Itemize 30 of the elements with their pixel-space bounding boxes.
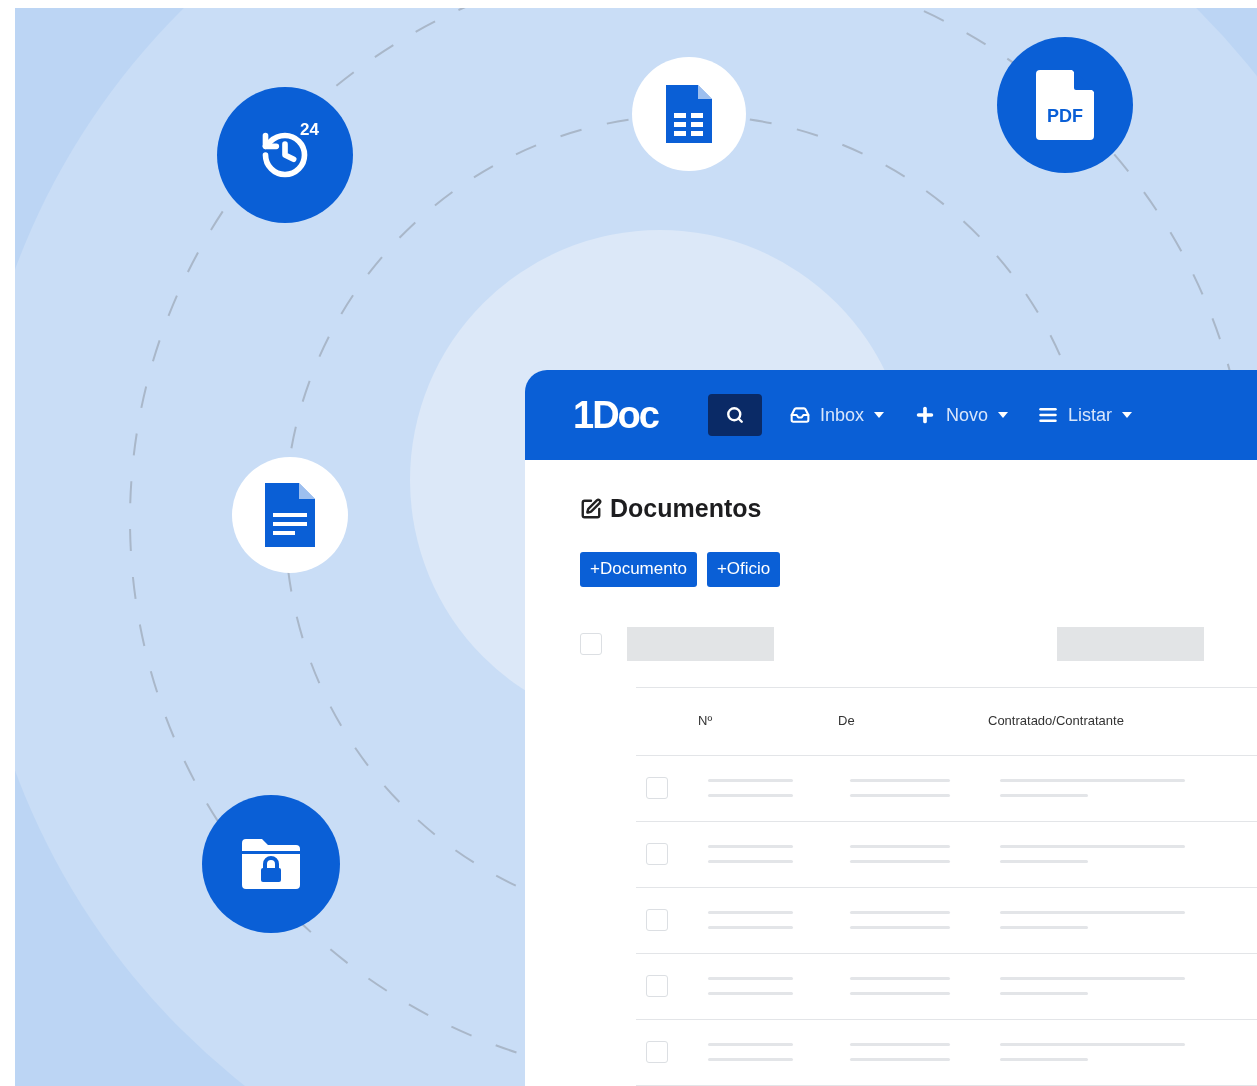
spreadsheet-icon [666, 85, 712, 143]
page-fold-icon [1072, 70, 1094, 92]
locked-folder-icon [242, 839, 300, 889]
search-icon [725, 406, 744, 424]
checkbox[interactable] [646, 843, 668, 865]
logo: 1Doc [573, 392, 658, 438]
checkbox[interactable] [646, 909, 668, 931]
nav-menu[interactable]: Inbox [789, 401, 884, 429]
column-header: De [838, 712, 856, 731]
edit-icon [580, 497, 602, 520]
page-title: Documentos [610, 493, 762, 524]
menu-icon [1038, 405, 1058, 425]
caret-icon [873, 412, 884, 418]
badge-label: 24 [300, 119, 319, 141]
checkbox[interactable] [646, 777, 668, 799]
add-button[interactable]: +Oficio [706, 551, 781, 587]
checkbox[interactable] [646, 975, 668, 997]
inbox-icon [789, 405, 810, 425]
column-header: Nº [698, 712, 714, 731]
badge-label: PDF [1047, 105, 1083, 128]
column-header: Contratado/Contratante [988, 712, 1125, 731]
caret-icon [998, 412, 1008, 418]
checkbox[interactable] [580, 632, 602, 655]
add-button[interactable]: +Documento [580, 551, 697, 587]
checkbox[interactable] [646, 1041, 668, 1063]
nav-menu[interactable]: Listar [1038, 401, 1132, 429]
nav-menu[interactable]: Novo [913, 401, 1008, 429]
search-button[interactable] [707, 394, 762, 436]
document-icon [265, 483, 315, 547]
caret-icon [1122, 412, 1132, 418]
